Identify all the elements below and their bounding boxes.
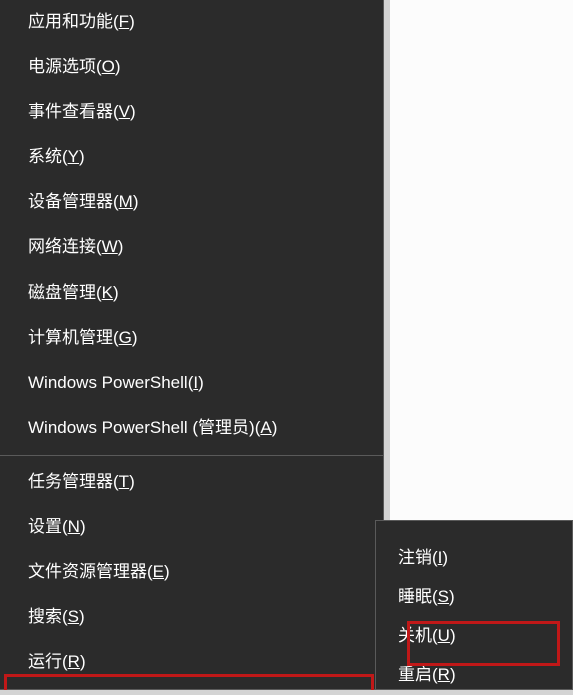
menu-accel: S bbox=[68, 607, 79, 626]
submenu-label: 注销 bbox=[398, 548, 432, 567]
menu-item-network-connections[interactable]: 网络连接(W) bbox=[0, 225, 383, 270]
menu-label: Windows PowerShell (管理员) bbox=[28, 418, 255, 437]
menu-item-task-manager[interactable]: 任务管理器(T) bbox=[0, 460, 383, 505]
menu-item-settings[interactable]: 设置(N) bbox=[0, 505, 383, 550]
menu-accel: M bbox=[119, 192, 133, 211]
menu-label: 任务管理器 bbox=[28, 472, 113, 491]
menu-accel: G bbox=[119, 328, 132, 347]
menu-accel: O bbox=[102, 57, 115, 76]
menu-item-event-viewer[interactable]: 事件查看器(V) bbox=[0, 90, 383, 135]
submenu-accel: S bbox=[438, 587, 449, 606]
menu-label: Windows PowerShell bbox=[28, 373, 188, 392]
submenu-item-restart[interactable]: 重启(R) bbox=[376, 656, 572, 695]
menu-item-run[interactable]: 运行(R) bbox=[0, 640, 383, 685]
submenu-accel: R bbox=[438, 665, 450, 684]
menu-label: 搜索 bbox=[28, 607, 62, 626]
menu-item-powershell-admin[interactable]: Windows PowerShell (管理员)(A) bbox=[0, 406, 383, 451]
menu-item-system[interactable]: 系统(Y) bbox=[0, 135, 383, 180]
submenu-label: 重启 bbox=[398, 665, 432, 684]
menu-label: 设备管理器 bbox=[28, 192, 113, 211]
menu-label: 系统 bbox=[28, 147, 62, 166]
winx-context-menu: 应用和功能(F) 电源选项(O) 事件查看器(V) 系统(Y) 设备管理器(M)… bbox=[0, 0, 384, 690]
submenu-accel: I bbox=[438, 548, 443, 567]
submenu-item-shutdown[interactable]: 关机(U) bbox=[376, 617, 572, 656]
menu-accel: K bbox=[102, 283, 113, 302]
menu-label: 设置 bbox=[28, 517, 62, 536]
menu-accel: I bbox=[193, 373, 198, 392]
menu-accel: E bbox=[153, 562, 164, 581]
menu-accel: W bbox=[102, 237, 118, 256]
menu-item-disk-management[interactable]: 磁盘管理(K) bbox=[0, 271, 383, 316]
menu-item-power-options[interactable]: 电源选项(O) bbox=[0, 45, 383, 90]
menu-item-computer-management[interactable]: 计算机管理(G) bbox=[0, 316, 383, 361]
menu-label: 网络连接 bbox=[28, 237, 96, 256]
menu-label: 运行 bbox=[28, 652, 62, 671]
menu-item-powershell[interactable]: Windows PowerShell(I) bbox=[0, 361, 383, 406]
shutdown-submenu: 注销(I) 睡眠(S) 关机(U) 重启(R) bbox=[375, 520, 573, 690]
menu-separator bbox=[0, 455, 383, 456]
menu-accel: T bbox=[119, 472, 129, 491]
menu-item-search[interactable]: 搜索(S) bbox=[0, 595, 383, 640]
menu-accel: R bbox=[68, 652, 80, 671]
menu-item-device-manager[interactable]: 设备管理器(M) bbox=[0, 180, 383, 225]
menu-accel: V bbox=[119, 102, 130, 121]
submenu-item-sleep[interactable]: 睡眠(S) bbox=[376, 578, 572, 617]
menu-accel: F bbox=[119, 12, 129, 31]
submenu-item-signout[interactable]: 注销(I) bbox=[376, 539, 572, 578]
menu-item-file-explorer[interactable]: 文件资源管理器(E) bbox=[0, 550, 383, 595]
menu-label: 磁盘管理 bbox=[28, 283, 96, 302]
submenu-label: 关机 bbox=[398, 626, 432, 645]
submenu-accel: U bbox=[438, 626, 450, 645]
submenu-label: 睡眠 bbox=[398, 587, 432, 606]
menu-accel: N bbox=[68, 517, 80, 536]
menu-label: 计算机管理 bbox=[28, 328, 113, 347]
menu-accel: Y bbox=[68, 147, 79, 166]
menu-label: 电源选项 bbox=[28, 57, 96, 76]
menu-label: 文件资源管理器 bbox=[28, 562, 147, 581]
menu-label: 应用和功能 bbox=[28, 12, 113, 31]
menu-item-apps-features[interactable]: 应用和功能(F) bbox=[0, 0, 383, 45]
menu-label: 事件查看器 bbox=[28, 102, 113, 121]
menu-accel: A bbox=[260, 418, 271, 437]
